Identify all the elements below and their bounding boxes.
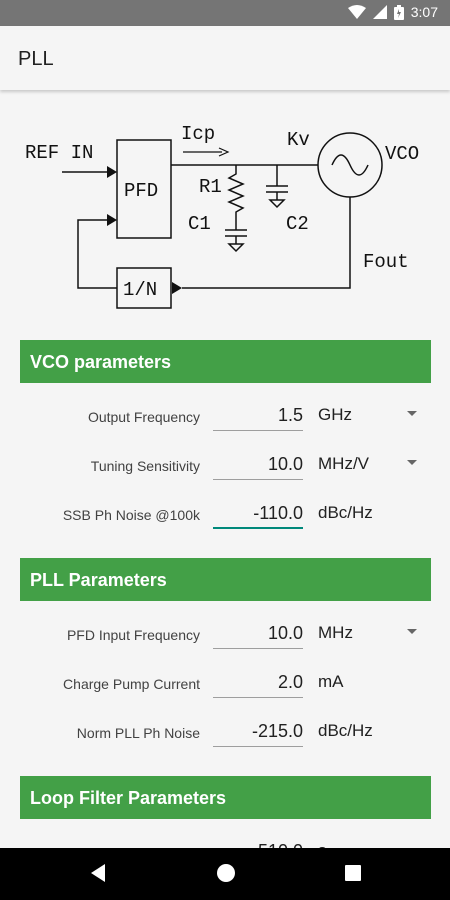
back-icon[interactable] [88, 862, 108, 889]
pfd-input-frequency-input[interactable]: 10.0 [213, 617, 303, 649]
feedback-wire-right [182, 197, 351, 289]
loop-filter-unit: s [318, 841, 327, 848]
status-icons: 3:07 [347, 4, 438, 20]
feedback-input-arrowhead [107, 214, 117, 226]
pll-block-diagram: REF IN PFD Icp Kv R1 C1 C2 VCO Fout 1/N [25, 123, 419, 309]
wifi-icon [347, 5, 366, 19]
home-icon[interactable] [215, 862, 237, 889]
norm-pll-phase-noise-input[interactable]: -215.0 [213, 715, 303, 747]
sine-wave-icon [331, 154, 369, 176]
ssb-phase-noise-label: SSB Ph Noise @100k [62, 507, 200, 523]
c1-capacitor [225, 229, 247, 253]
loop-filter-input[interactable]: 510.0 [213, 835, 303, 848]
pfd-input-frequency-label: PFD Input Frequency [66, 627, 200, 643]
output-frequency-label: Output Frequency [87, 409, 200, 425]
pfd-input-frequency-unit-dropdown-icon[interactable] [407, 629, 417, 634]
battery-icon [393, 4, 404, 20]
signal-icon [372, 5, 387, 19]
output-frequency-row: Output Frequency 1.5 GHz [0, 399, 450, 439]
loop-filter-row: 510.0 s [0, 835, 450, 848]
charge-pump-current-row: Charge Pump Current 2.0 mA [0, 666, 450, 706]
navigation-bar [0, 848, 450, 900]
pll-parameters-header: PLL Parameters [20, 558, 431, 601]
pfd-input-frequency-row: PFD Input Frequency 10.0 MHz [0, 617, 450, 657]
feedback-arrowhead [172, 282, 182, 294]
charge-pump-current-input[interactable]: 2.0 [213, 666, 303, 698]
charge-pump-current-label: Charge Pump Current [63, 676, 200, 692]
icp-label: Icp [181, 123, 215, 145]
fout-label: Fout [363, 251, 409, 273]
recents-icon[interactable] [343, 862, 363, 889]
ref-in-label: REF IN [25, 142, 93, 164]
status-bar: 3:07 [0, 0, 450, 26]
app-bar: PLL [0, 26, 450, 90]
output-frequency-input[interactable]: 1.5 [213, 399, 303, 431]
ssb-phase-noise-input[interactable]: -110.0 [213, 497, 303, 529]
c1-label: C1 [188, 213, 211, 235]
pfd-input-frequency-unit: MHz [318, 623, 353, 642]
tuning-sensitivity-unit-dropdown-icon[interactable] [407, 460, 417, 465]
tuning-sensitivity-unit: MHz/V [318, 454, 369, 473]
divider-label: 1/N [123, 279, 157, 301]
feedback-wire-left [77, 219, 117, 289]
kv-label: Kv [287, 129, 310, 151]
main-content[interactable]: REF IN PFD Icp Kv R1 C1 C2 VCO Fout 1/N … [0, 90, 450, 848]
app-title: PLL [18, 48, 54, 70]
status-time: 3:07 [410, 4, 438, 20]
norm-pll-phase-noise-unit: dBc/Hz [318, 721, 373, 740]
pfd-label: PFD [124, 180, 158, 202]
loop-filter-parameters-header: Loop Filter Parameters [20, 776, 431, 819]
output-frequency-unit-dropdown-icon[interactable] [407, 411, 417, 416]
r1-label: R1 [199, 176, 222, 198]
tuning-sensitivity-input[interactable]: 10.0 [213, 448, 303, 480]
charge-pump-current-unit: mA [318, 672, 344, 691]
ssb-phase-noise-unit: dBc/Hz [318, 503, 373, 522]
r1-resistor [227, 165, 245, 230]
c2-capacitor [266, 165, 288, 209]
norm-pll-phase-noise-row: Norm PLL Ph Noise -215.0 dBc/Hz [0, 715, 450, 755]
ref-in-arrowhead [107, 166, 117, 178]
norm-pll-phase-noise-label: Norm PLL Ph Noise [76, 725, 200, 741]
tuning-sensitivity-label: Tuning Sensitivity [90, 458, 200, 474]
vco-label: VCO [385, 143, 419, 165]
output-frequency-unit: GHz [318, 405, 352, 424]
ssb-phase-noise-row: SSB Ph Noise @100k -110.0 dBc/Hz [0, 497, 450, 537]
vco-parameters-header: VCO parameters [20, 340, 431, 383]
tuning-sensitivity-row: Tuning Sensitivity 10.0 MHz/V [0, 448, 450, 488]
c2-label: C2 [286, 213, 309, 235]
